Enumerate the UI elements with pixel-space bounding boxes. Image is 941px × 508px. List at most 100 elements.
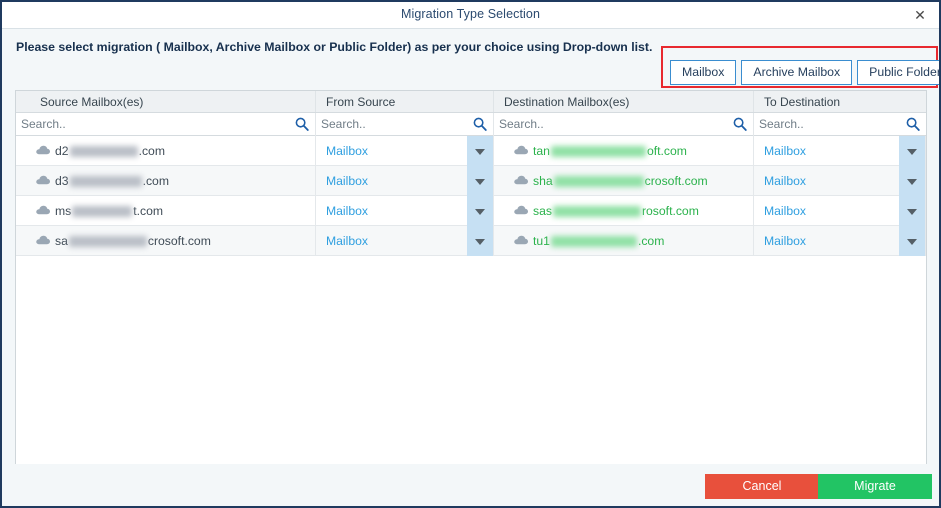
destination-mailbox-suffix: .com xyxy=(637,234,665,248)
destination-mailbox-address: sha crosoft.com xyxy=(533,174,708,188)
cloud-icon xyxy=(36,232,55,250)
cloud-icon xyxy=(36,202,55,220)
search-input-source-mailboxes[interactable] xyxy=(16,113,289,135)
from-source-value: Mailbox xyxy=(326,234,368,248)
destination-mailbox-address: tan oft.com xyxy=(533,144,687,158)
to-destination-value: Mailbox xyxy=(764,174,806,188)
destination-mailbox-prefix: tu1 xyxy=(533,234,550,248)
mailbox-type-button[interactable]: Mailbox xyxy=(670,60,737,85)
column-header-source-mailboxes: Source Mailbox(es) xyxy=(16,91,316,112)
destination-mailbox-address: tu1 .com xyxy=(533,234,664,248)
page-title: Migration Type Selection xyxy=(400,7,541,21)
close-icon[interactable]: ✕ xyxy=(909,6,931,26)
destination-mailbox-prefix: tan xyxy=(533,144,550,158)
chevron-down-icon[interactable] xyxy=(899,166,925,196)
cell-from-source[interactable]: Mailbox xyxy=(316,166,494,196)
migration-type-selection-dialog: Migration Type Selection ✕ Please select… xyxy=(0,0,941,508)
cell-to-destination[interactable]: Mailbox xyxy=(754,166,926,196)
cell-destination-mailbox: tu1 .com xyxy=(494,226,754,256)
cell-destination-mailbox: sha crosoft.com xyxy=(494,166,754,196)
chevron-down-icon[interactable] xyxy=(467,226,493,256)
redacted-text xyxy=(550,146,646,157)
destination-mailbox-address: sas rosoft.com xyxy=(533,204,699,218)
dialog-footer: Cancel Migrate xyxy=(2,464,939,506)
destination-mailbox-suffix: crosoft.com xyxy=(644,174,708,188)
cancel-button[interactable]: Cancel xyxy=(705,474,819,499)
cloud-icon xyxy=(514,202,533,220)
search-cell-destination-mailboxes xyxy=(494,113,754,136)
column-header-from-source: From Source xyxy=(316,91,494,112)
chevron-down-icon[interactable] xyxy=(899,196,925,226)
redacted-text xyxy=(553,176,644,187)
source-mailbox-address: ms t.com xyxy=(55,204,163,218)
cell-source-mailbox: ms t.com xyxy=(16,196,316,226)
from-source-value: Mailbox xyxy=(326,144,368,158)
source-mailbox-address: d3 .com xyxy=(55,174,169,188)
search-icon[interactable] xyxy=(733,117,747,131)
search-icon[interactable] xyxy=(906,117,920,131)
cloud-icon xyxy=(36,142,55,160)
search-input-from-source[interactable] xyxy=(316,113,467,135)
destination-mailbox-prefix: sas xyxy=(533,204,552,218)
archive-mailbox-type-button[interactable]: Archive Mailbox xyxy=(741,60,853,85)
source-mailbox-suffix: .com xyxy=(138,144,165,158)
cloud-icon xyxy=(514,142,533,160)
table-search-row xyxy=(16,113,926,136)
cell-from-source[interactable]: Mailbox xyxy=(316,136,494,166)
cloud-icon xyxy=(514,172,533,190)
chevron-down-icon[interactable] xyxy=(467,136,493,166)
search-input-destination-mailboxes[interactable] xyxy=(494,113,727,135)
source-mailbox-address: d2 .com xyxy=(55,144,165,158)
from-source-value: Mailbox xyxy=(326,204,368,218)
search-input-to-destination[interactable] xyxy=(754,113,900,135)
source-mailbox-prefix: ms xyxy=(55,204,72,218)
source-mailbox-suffix: crosoft.com xyxy=(147,234,211,248)
redacted-text xyxy=(68,236,147,247)
cell-source-mailbox: sa crosoft.com xyxy=(16,226,316,256)
chevron-down-icon[interactable] xyxy=(899,226,925,256)
column-header-destination-mailboxes: Destination Mailbox(es) xyxy=(494,91,754,112)
source-mailbox-prefix: sa xyxy=(55,234,68,248)
chevron-down-icon[interactable] xyxy=(899,136,925,166)
cell-to-destination[interactable]: Mailbox xyxy=(754,136,926,166)
migration-type-button-group: Mailbox Archive Mailbox Public Folder xyxy=(670,60,939,85)
table-row[interactable]: ms t.com Mailbox sas rosoft.com Mailbox xyxy=(16,196,926,226)
cell-to-destination[interactable]: Mailbox xyxy=(754,196,926,226)
mailbox-mapping-table: Source Mailbox(es) From Source Destinati… xyxy=(15,90,927,465)
search-cell-from-source xyxy=(316,113,494,136)
migrate-button[interactable]: Migrate xyxy=(818,474,932,499)
search-icon[interactable] xyxy=(473,117,487,131)
search-icon[interactable] xyxy=(295,117,309,131)
cell-from-source[interactable]: Mailbox xyxy=(316,226,494,256)
from-source-value: Mailbox xyxy=(326,174,368,188)
cell-to-destination[interactable]: Mailbox xyxy=(754,226,926,256)
table-row[interactable]: sa crosoft.com Mailbox tu1 .com Mailbox xyxy=(16,226,926,256)
source-mailbox-prefix: d2 xyxy=(55,144,69,158)
source-mailbox-address: sa crosoft.com xyxy=(55,234,211,248)
chevron-down-icon[interactable] xyxy=(467,196,493,226)
cloud-icon xyxy=(36,172,55,190)
instruction-text: Please select migration ( Mailbox, Archi… xyxy=(16,40,653,54)
chevron-down-icon[interactable] xyxy=(467,166,493,196)
title-bar: Migration Type Selection ✕ xyxy=(2,2,939,29)
cell-destination-mailbox: tan oft.com xyxy=(494,136,754,166)
destination-mailbox-prefix: sha xyxy=(533,174,553,188)
cloud-icon xyxy=(514,232,533,250)
destination-mailbox-suffix: rosoft.com xyxy=(641,204,699,218)
redacted-text xyxy=(72,206,133,217)
column-header-to-destination: To Destination xyxy=(764,95,841,109)
to-destination-value: Mailbox xyxy=(764,204,806,218)
redacted-text xyxy=(69,146,138,157)
cell-from-source[interactable]: Mailbox xyxy=(316,196,494,226)
to-destination-value: Mailbox xyxy=(764,234,806,248)
table-row[interactable]: d3 .com Mailbox sha crosoft.com Mailbox xyxy=(16,166,926,196)
source-mailbox-suffix: t.com xyxy=(133,204,164,218)
source-mailbox-prefix: d3 xyxy=(55,174,69,188)
table-body: d2 .com Mailbox tan oft.com Mailbox d3 .com Mail… xyxy=(16,136,926,256)
destination-mailbox-suffix: oft.com xyxy=(646,144,687,158)
table-row[interactable]: d2 .com Mailbox tan oft.com Mailbox xyxy=(16,136,926,166)
redacted-text xyxy=(69,176,142,187)
redacted-text xyxy=(552,206,641,217)
cell-destination-mailbox: sas rosoft.com xyxy=(494,196,754,226)
public-folder-type-button[interactable]: Public Folder xyxy=(857,60,939,85)
